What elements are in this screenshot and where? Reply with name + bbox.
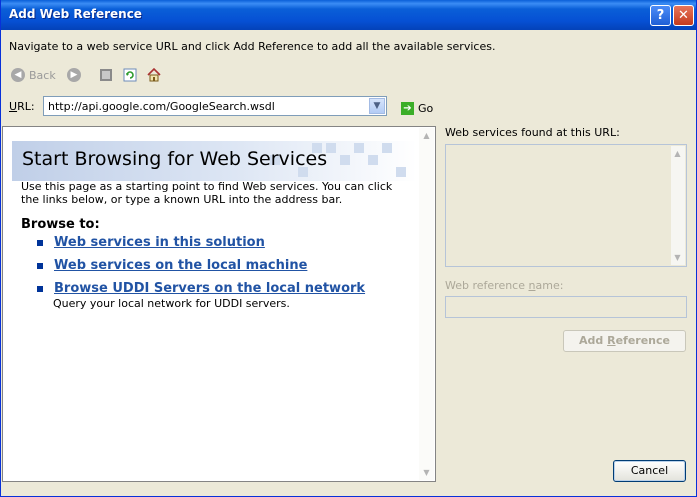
browse-banner: Start Browsing for Web Services bbox=[12, 141, 417, 181]
back-button[interactable]: ◀ Back bbox=[11, 66, 56, 84]
url-label: URL: bbox=[9, 100, 35, 113]
browser-pane[interactable]: Start Browsing for Web Services Use this… bbox=[2, 126, 436, 482]
stop-icon bbox=[100, 69, 112, 81]
list-item: Web services in this solution bbox=[37, 235, 265, 250]
bullet-icon bbox=[37, 286, 43, 292]
scroll-up-icon[interactable]: ▲ bbox=[420, 129, 433, 142]
close-button[interactable]: ✕ bbox=[673, 5, 694, 26]
go-button[interactable]: ➔ Go bbox=[401, 102, 433, 115]
list-item: Web services on the local machine bbox=[37, 258, 307, 273]
list-scrollbar[interactable]: ▲ ▼ bbox=[671, 146, 685, 265]
browse-to-heading: Browse to: bbox=[21, 217, 100, 232]
link-browse-uddi[interactable]: Browse UDDI Servers on the local network bbox=[54, 281, 365, 296]
list-item: Browse UDDI Servers on the local network bbox=[37, 281, 365, 296]
add-web-reference-dialog: Add Web Reference ? ✕ Navigate to a web … bbox=[0, 0, 697, 497]
url-input[interactable] bbox=[48, 99, 358, 113]
forward-arrow-icon: ▶ bbox=[67, 68, 81, 82]
title-bar[interactable]: Add Web Reference ? ✕ bbox=[1, 0, 696, 30]
browser-scrollbar[interactable]: ▲ ▼ bbox=[419, 128, 434, 480]
home-icon bbox=[147, 68, 161, 82]
add-reference-button[interactable]: Add Reference bbox=[563, 330, 686, 352]
services-found-label: Web services found at this URL: bbox=[445, 126, 620, 139]
link-solution-services[interactable]: Web services in this solution bbox=[54, 235, 265, 250]
stop-button[interactable] bbox=[99, 66, 113, 84]
forward-button[interactable]: ▶ bbox=[67, 66, 81, 84]
cancel-button[interactable]: Cancel bbox=[613, 460, 686, 482]
banner-title: Start Browsing for Web Services bbox=[22, 148, 328, 170]
web-reference-name-label: Web reference name: bbox=[445, 279, 564, 292]
link-local-machine-services[interactable]: Web services on the local machine bbox=[54, 258, 307, 273]
services-found-list[interactable]: ▲ ▼ bbox=[445, 144, 687, 267]
browse-description: Use this page as a starting point to fin… bbox=[21, 180, 393, 206]
bullet-icon bbox=[37, 263, 43, 269]
go-arrow-icon: ➔ bbox=[401, 102, 414, 115]
scroll-down-icon[interactable]: ▼ bbox=[671, 251, 684, 264]
go-label: Go bbox=[418, 102, 434, 115]
window-title: Add Web Reference bbox=[9, 7, 142, 21]
url-combobox[interactable]: ▼ bbox=[43, 96, 387, 116]
bullet-icon bbox=[37, 240, 43, 246]
web-reference-name-input[interactable] bbox=[445, 296, 687, 318]
refresh-button[interactable] bbox=[123, 66, 137, 84]
home-button[interactable] bbox=[147, 66, 161, 84]
back-arrow-icon: ◀ bbox=[11, 68, 25, 82]
url-dropdown-button[interactable]: ▼ bbox=[369, 98, 385, 114]
refresh-icon bbox=[123, 68, 137, 82]
help-button[interactable]: ? bbox=[650, 5, 671, 26]
back-label: Back bbox=[29, 68, 56, 82]
uddi-description: Query your local network for UDDI server… bbox=[53, 297, 290, 310]
scroll-down-icon[interactable]: ▼ bbox=[420, 466, 433, 479]
chevron-down-icon: ▼ bbox=[373, 101, 381, 111]
scroll-up-icon[interactable]: ▲ bbox=[671, 147, 684, 160]
instructions-text: Navigate to a web service URL and click … bbox=[9, 40, 496, 53]
